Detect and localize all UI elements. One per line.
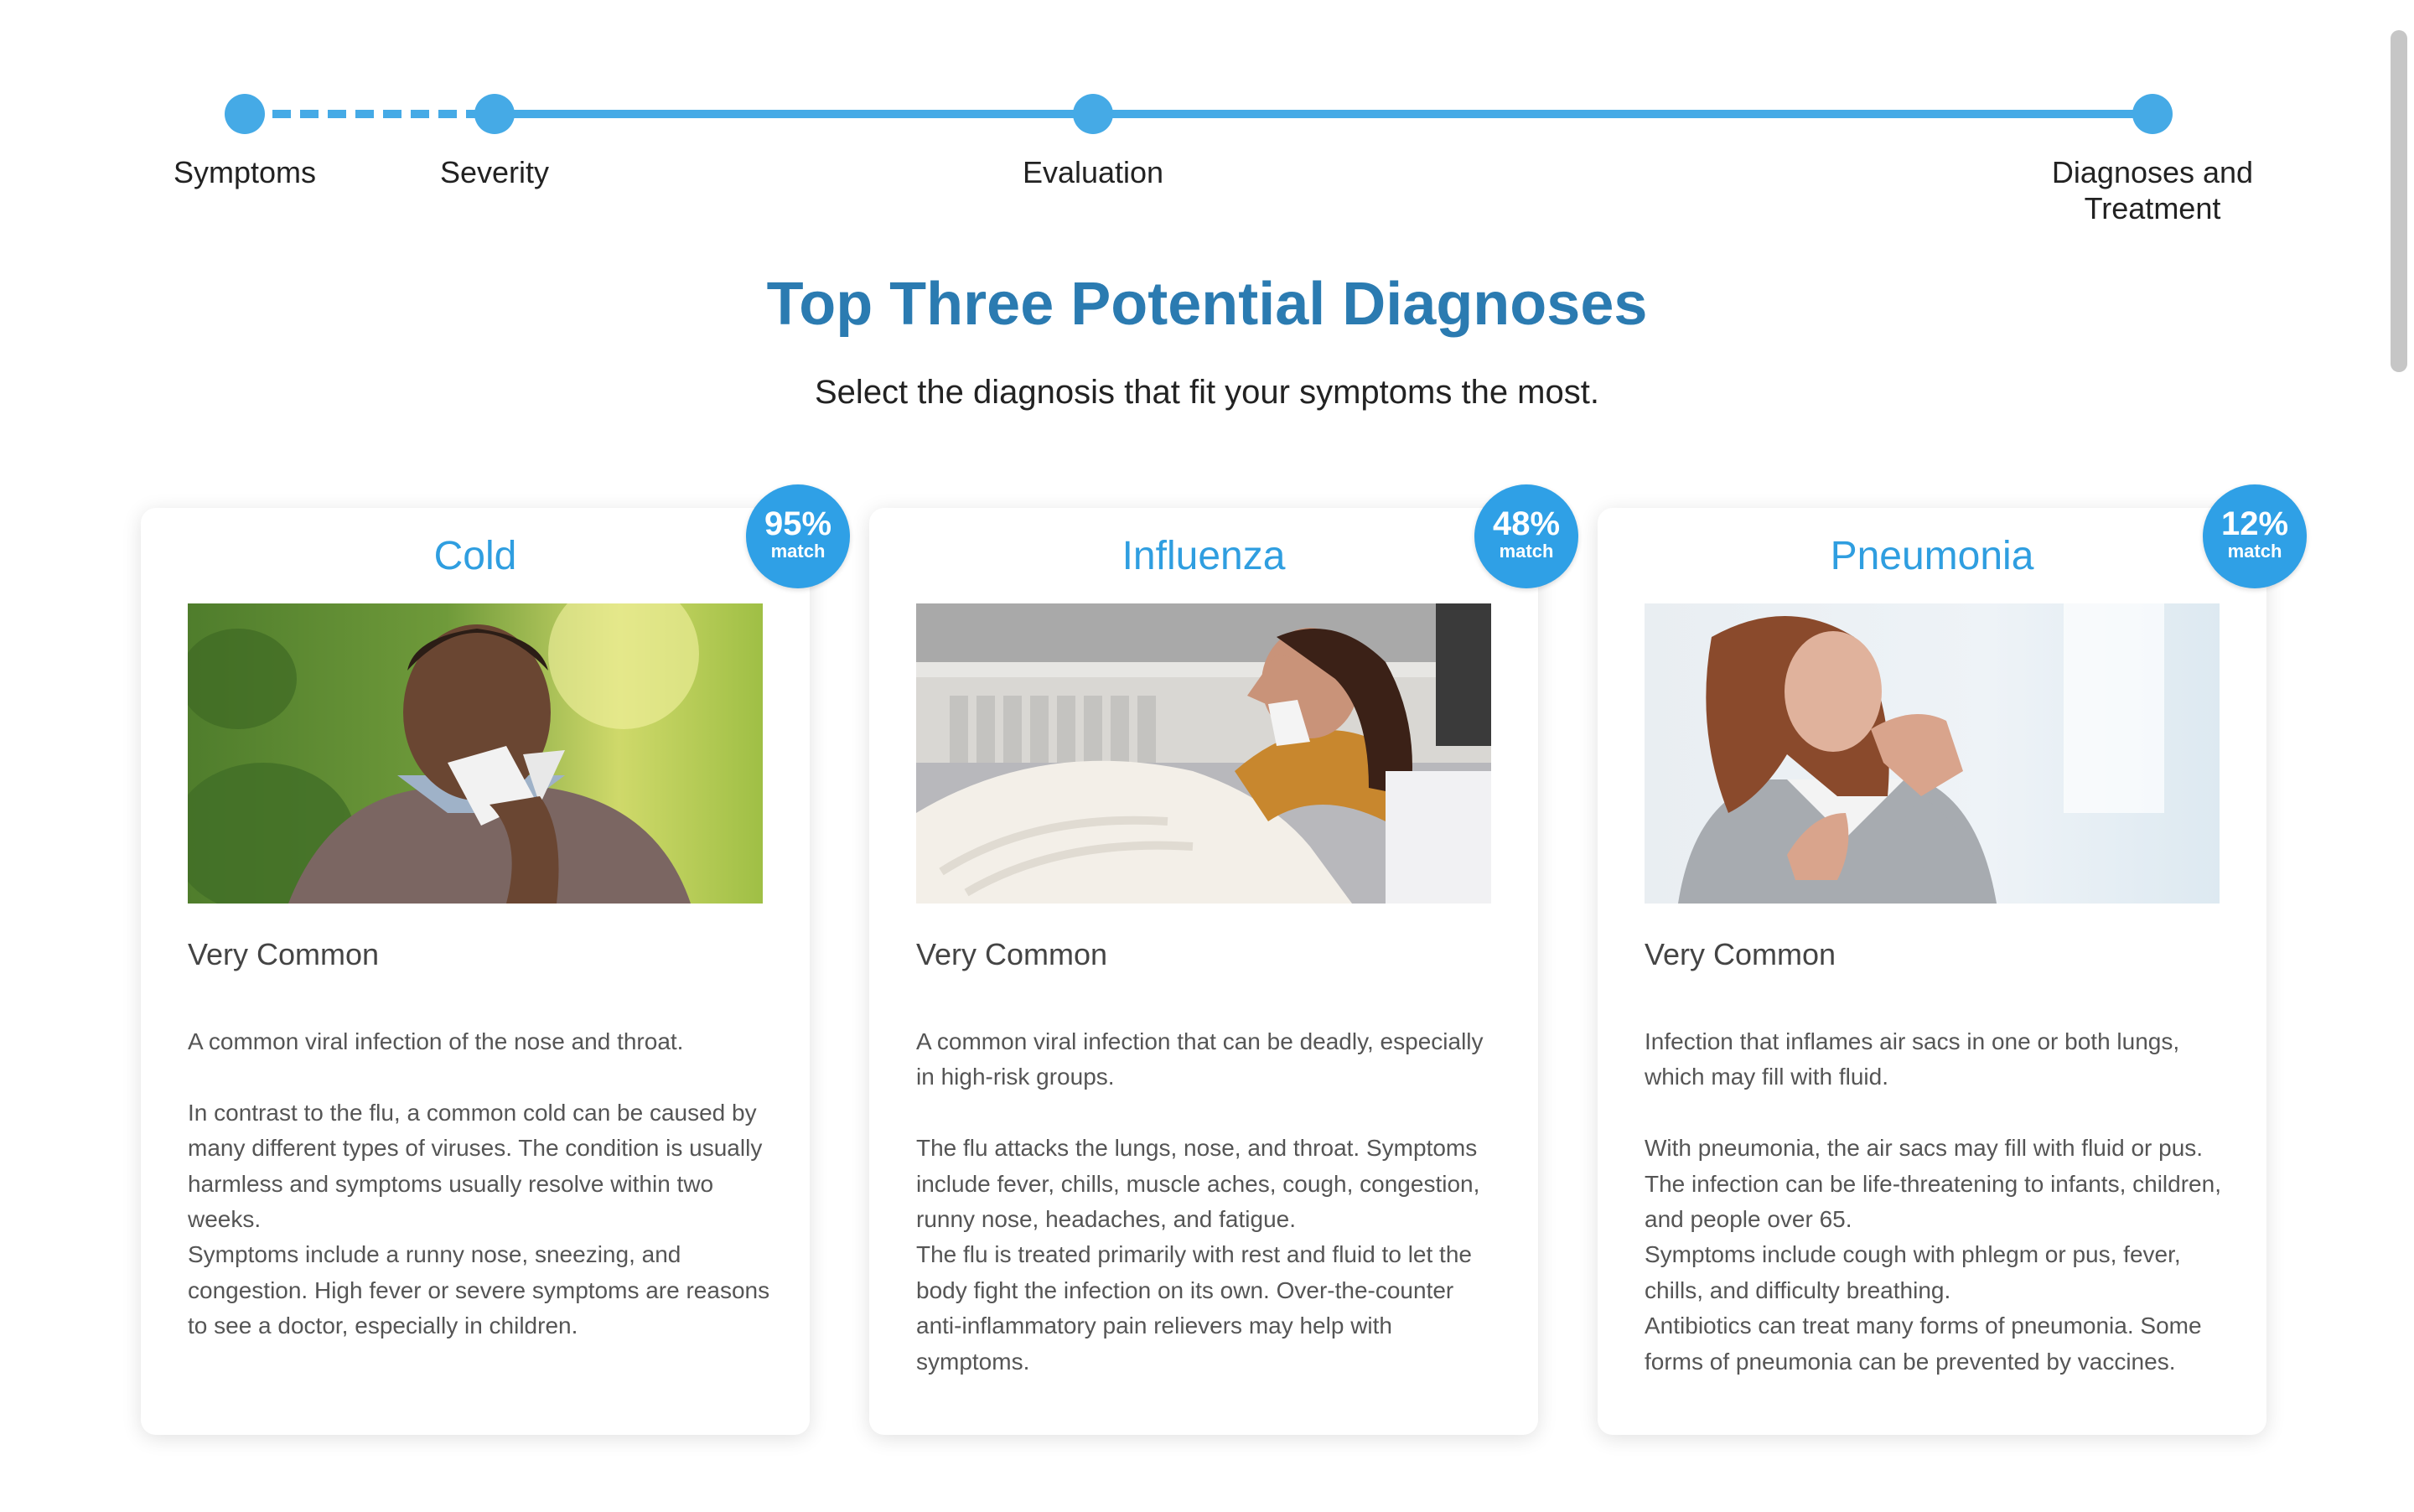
description-paragraph: In contrast to the flu, a common cold ca…	[188, 1099, 763, 1233]
description-paragraph: Symptoms include cough with phlegm or pu…	[1645, 1241, 2181, 1303]
page-title: Top Three Potential Diagnoses	[766, 271, 1648, 338]
step-label-severity[interactable]: Severity	[440, 154, 549, 190]
match-badge: 12% match	[2203, 484, 2307, 588]
description-summary: A common viral infection of the nose and…	[188, 1028, 684, 1054]
frequency-label: Very Common	[1645, 937, 1836, 971]
description-paragraph: The flu is treated primarily with rest a…	[916, 1241, 1472, 1375]
card-title: Pneumonia	[1830, 534, 2034, 578]
sneezing-man-photo	[188, 603, 763, 904]
step-label-symptoms[interactable]: Symptoms	[174, 154, 316, 190]
description-paragraph: The flu attacks the lungs, nose, and thr…	[916, 1135, 1480, 1233]
diagnosis-card-influenza[interactable]: Influenza 48% match Very Common A common…	[869, 484, 1578, 1435]
card-description: A common viral infection that can be dea…	[916, 1024, 1503, 1380]
coughing-woman-photo	[1645, 603, 2220, 904]
card-image	[1645, 603, 2220, 904]
description-summary: Infection that inflames air sacs in one …	[1645, 1028, 2180, 1090]
match-percent: 95%	[764, 505, 832, 542]
step-dot-symptoms[interactable]	[225, 94, 265, 134]
progress-stepper: Symptoms Severity Evaluation Diagnoses a…	[0, 0, 2414, 235]
stepper-connector	[1093, 110, 2152, 118]
card-description: A common viral infection of the nose and…	[188, 1024, 774, 1344]
description-paragraph: Symptoms include a runny nose, sneezing,…	[188, 1241, 770, 1339]
page-subtitle: Select the diagnosis that fit your sympt…	[815, 374, 1599, 411]
stepper-connector	[495, 110, 1093, 118]
match-badge: 95% match	[746, 484, 850, 588]
stepper-connector-dashed	[245, 110, 495, 118]
card-title: Cold	[433, 534, 517, 578]
description-summary: A common viral infection that can be dea…	[916, 1028, 1484, 1090]
diagnosis-card-cold[interactable]: Cold 95% match Very Common A common vira…	[141, 484, 850, 1435]
match-label: match	[1499, 541, 1554, 562]
description-paragraph: With pneumonia, the air sacs may fill wi…	[1645, 1135, 2221, 1233]
sick-woman-photo	[916, 603, 1491, 904]
step-label-evaluation[interactable]: Evaluation	[1023, 154, 1163, 190]
frequency-label: Very Common	[916, 937, 1108, 971]
match-label: match	[2227, 541, 2282, 562]
frequency-label: Very Common	[188, 937, 380, 971]
card-image	[188, 603, 763, 904]
vertical-scrollbar[interactable]	[2384, 0, 2414, 1512]
card-title: Influenza	[1122, 534, 1286, 578]
match-badge: 48% match	[1474, 484, 1578, 588]
step-dot-diagnoses[interactable]	[2132, 94, 2173, 134]
scrollbar-thumb[interactable]	[2391, 30, 2407, 372]
diagnosis-card-pneumonia[interactable]: Pneumonia 12% match Very Common Infectio…	[1598, 484, 2307, 1435]
step-dot-evaluation[interactable]	[1073, 94, 1113, 134]
match-percent: 48%	[1492, 505, 1561, 542]
card-image	[916, 603, 1491, 904]
step-dot-severity[interactable]	[474, 94, 515, 134]
card-description: Infection that inflames air sacs in one …	[1645, 1024, 2231, 1380]
description-paragraph: Antibiotics can treat many forms of pneu…	[1645, 1313, 2202, 1375]
match-percent: 12%	[2220, 505, 2289, 542]
match-label: match	[770, 541, 826, 562]
step-label-diagnoses[interactable]: Diagnoses and Treatment	[2018, 154, 2287, 226]
